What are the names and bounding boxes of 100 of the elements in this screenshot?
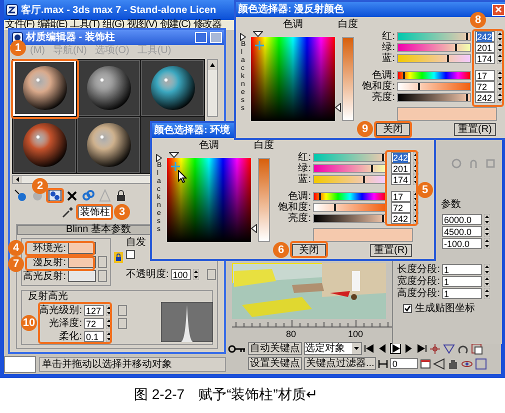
scroll-bar[interactable]: [207, 59, 218, 117]
slider-track[interactable]: [397, 54, 471, 63]
lock-icon[interactable]: [115, 189, 127, 202]
number-field[interactable]: -100.0: [442, 238, 482, 248]
dropdown[interactable]: 选定对象: [304, 342, 362, 355]
step-forward-icon[interactable]: [403, 343, 414, 354]
number-field[interactable]: 72: [391, 202, 411, 213]
step-back-icon[interactable]: [377, 343, 388, 354]
number-field[interactable]: 242: [391, 152, 411, 163]
number-field[interactable]: 0.1: [84, 331, 104, 342]
color-swatch[interactable]: [68, 270, 96, 282]
hue-blackness-field[interactable]: [251, 37, 335, 121]
slider-thumb[interactable]: [382, 215, 384, 222]
sample-slot[interactable]: [77, 60, 140, 116]
triangle-icon[interactable]: [433, 358, 446, 370]
scroll-up-icon[interactable]: [208, 60, 217, 70]
number-field[interactable]: 4500.0: [442, 226, 482, 236]
slider-track[interactable]: [397, 82, 471, 91]
whiteness-bar[interactable]: [342, 37, 354, 121]
skip-forward-icon[interactable]: [416, 343, 427, 354]
scroll-left-icon[interactable]: [13, 176, 22, 183]
square-icon[interactable]: [475, 358, 488, 370]
number-field[interactable]: 72: [475, 81, 495, 92]
slider-track[interactable]: [397, 71, 471, 80]
slider-track[interactable]: [397, 43, 471, 52]
loop-icon[interactable]: [457, 342, 469, 354]
slider-thumb[interactable]: [446, 55, 449, 62]
skip-back-icon[interactable]: [364, 343, 375, 354]
slider-thumb[interactable]: [466, 33, 468, 40]
slider-track[interactable]: [313, 164, 387, 173]
hue-blackness-field[interactable]: [167, 158, 251, 242]
triangle-marker-icon[interactable]: [251, 224, 257, 233]
number-field[interactable]: 174: [475, 53, 495, 64]
number-field[interactable]: 72: [84, 318, 104, 329]
triangle-marker-icon[interactable]: [335, 103, 341, 112]
lock-icon[interactable]: [114, 252, 123, 263]
slider-track[interactable]: [313, 175, 387, 184]
whiteness-bar[interactable]: [258, 158, 270, 242]
hand-icon[interactable]: [447, 358, 460, 370]
triangle-marker-icon[interactable]: [240, 33, 246, 41]
reset-button[interactable]: 重置(R): [454, 123, 496, 136]
number-field[interactable]: 17: [391, 191, 411, 202]
spinner-arrows[interactable]: [484, 238, 490, 248]
triangle-marker-icon[interactable]: [169, 152, 179, 158]
number-field[interactable]: 1: [442, 264, 482, 274]
play-icon[interactable]: [390, 343, 401, 354]
calendar-icon[interactable]: [420, 358, 432, 369]
x-icon[interactable]: [66, 190, 78, 202]
sample-slot[interactable]: [77, 117, 140, 173]
number-field[interactable]: 242: [475, 31, 495, 42]
number-field[interactable]: 201: [475, 42, 495, 53]
slider-thumb[interactable]: [370, 165, 373, 172]
spinner-arrows[interactable]: [484, 226, 490, 236]
number-field[interactable]: 242: [475, 92, 495, 103]
slider-thumb[interactable]: [418, 83, 420, 90]
number-field[interactable]: 0: [390, 358, 418, 369]
timeline-ruler[interactable]: [232, 318, 392, 328]
spinner-arrows[interactable]: [484, 264, 490, 274]
slider-track[interactable]: [313, 203, 387, 212]
eyedropper-icon[interactable]: [62, 206, 74, 218]
number-field[interactable]: 174: [391, 174, 411, 185]
number-field[interactable]: 1: [442, 276, 482, 286]
slider-track[interactable]: [397, 93, 471, 102]
close-button[interactable]: 关闭: [292, 244, 326, 257]
number-field[interactable]: 242: [391, 213, 411, 224]
slider-track[interactable]: [313, 153, 387, 162]
slider-thumb[interactable]: [362, 176, 365, 183]
key-icon[interactable]: [228, 344, 246, 354]
set-key-button[interactable]: 设置关键点: [248, 357, 302, 370]
rollout-title[interactable]: 参数: [441, 199, 461, 210]
crosshair-icon[interactable]: [429, 342, 441, 354]
arrow-sphere-icon[interactable]: [14, 189, 27, 202]
funnel-icon[interactable]: [443, 342, 455, 354]
triangle-marker-icon[interactable]: [156, 154, 162, 162]
slider-track[interactable]: [397, 32, 471, 41]
slider-thumb[interactable]: [466, 94, 468, 101]
rollout-title[interactable]: Blinn 基本参数: [66, 225, 132, 235]
number-field[interactable]: 100: [170, 269, 191, 280]
spinner-arrows[interactable]: [192, 269, 199, 280]
slider-thumb[interactable]: [403, 72, 406, 79]
number-field[interactable]: 201: [391, 163, 411, 174]
checkbox[interactable]: [126, 250, 135, 259]
slider-thumb[interactable]: [454, 44, 457, 51]
triangle-marker-icon[interactable]: [253, 31, 263, 37]
close-button[interactable]: 关闭: [376, 123, 410, 136]
key-mode-icon[interactable]: [378, 358, 388, 368]
slider-thumb[interactable]: [382, 154, 384, 161]
spinner-arrows[interactable]: [484, 288, 490, 298]
sample-slot[interactable]: [141, 60, 204, 116]
minimize-button[interactable]: [195, 32, 207, 43]
reset-button[interactable]: 重置(R): [370, 244, 412, 257]
spinner-arrows[interactable]: [484, 276, 490, 286]
chain-icon[interactable]: [82, 189, 95, 202]
number-field[interactable]: 1: [442, 288, 482, 298]
number-field[interactable]: 6000.0: [442, 214, 482, 224]
slider-thumb[interactable]: [319, 193, 322, 200]
sample-slot[interactable]: [13, 117, 76, 173]
key-filters-button[interactable]: 关键点过滤器...: [304, 357, 376, 370]
number-field[interactable]: 127: [84, 305, 104, 316]
close-button[interactable]: [492, 4, 505, 16]
